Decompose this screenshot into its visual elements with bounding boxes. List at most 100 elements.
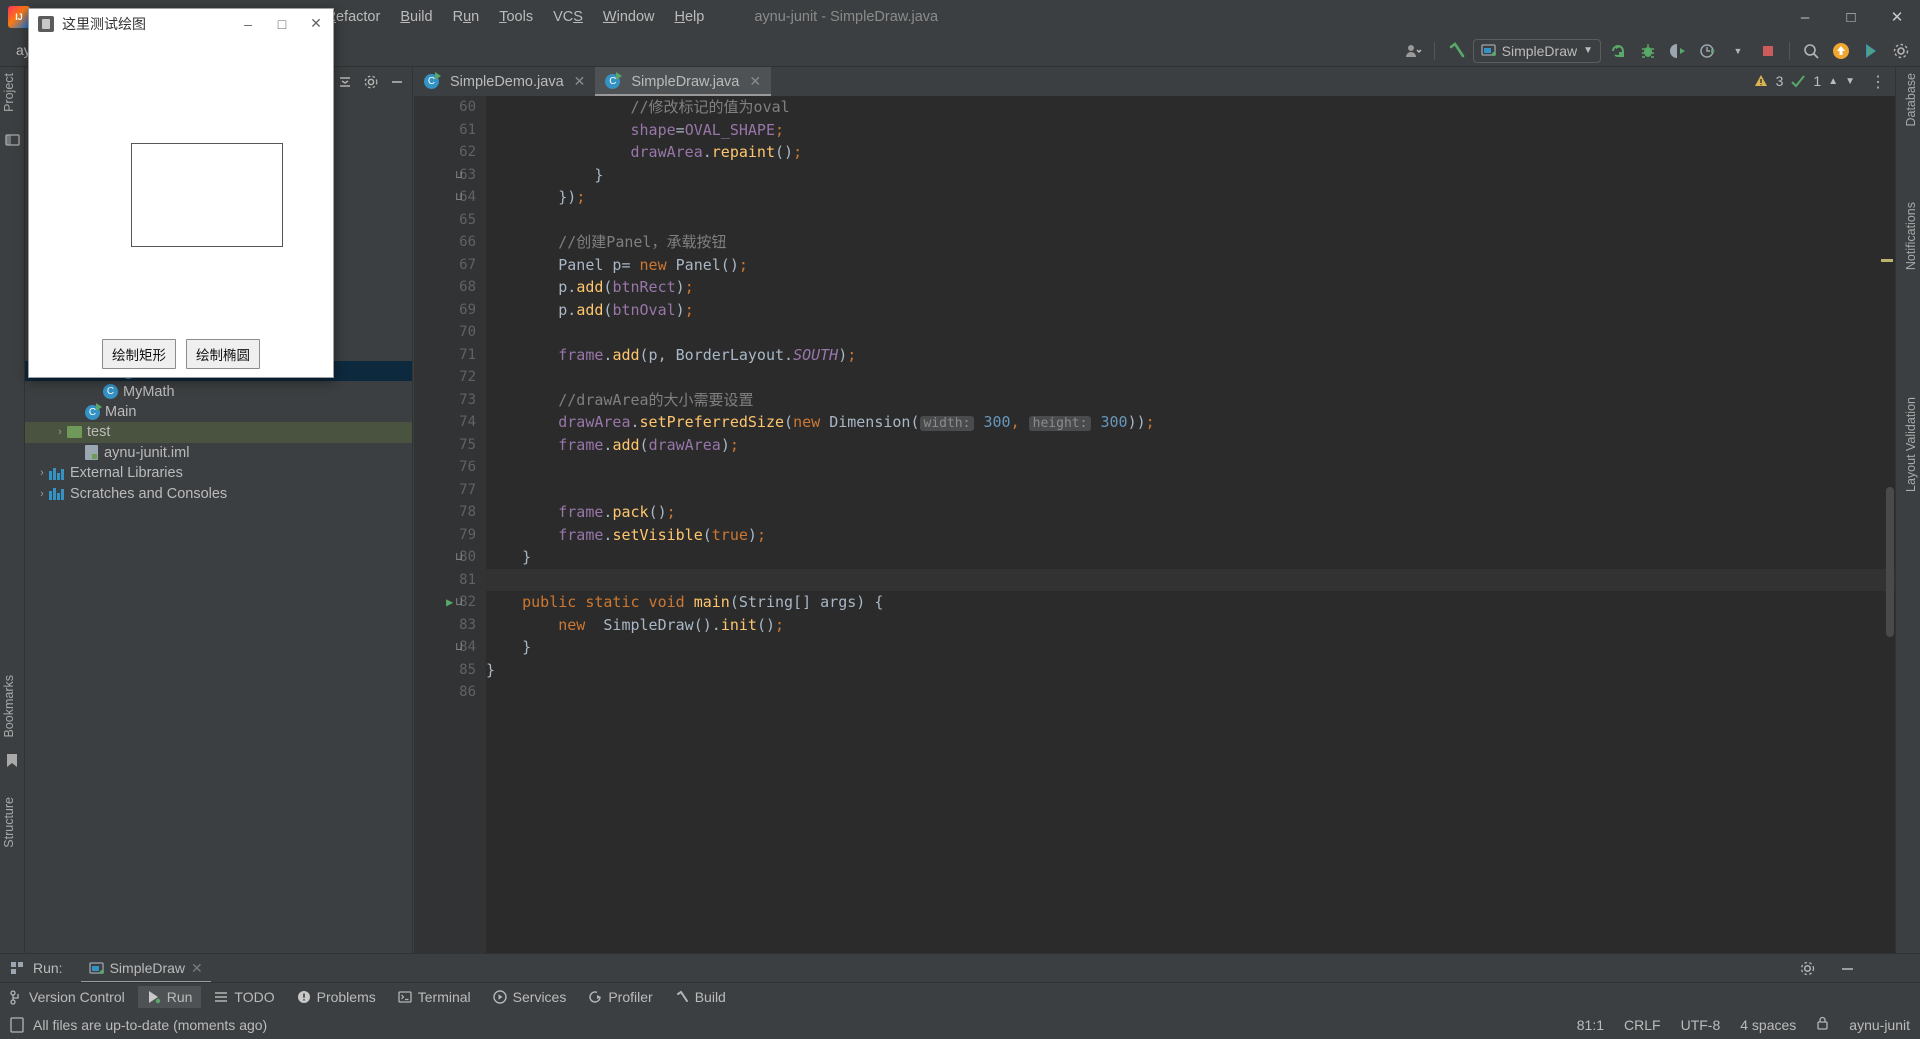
tree-item-scratches-and-consoles[interactable]: › Scratches and Consoles	[25, 483, 412, 503]
code-line-71[interactable]: frame.add(p, BorderLayout.SOUTH);	[486, 344, 1895, 367]
chevron-down-icon[interactable]: ▼	[1845, 76, 1855, 87]
editor-tab-close-icon[interactable]: ✕	[749, 73, 761, 90]
collapse-all-icon[interactable]	[336, 73, 354, 91]
draw-rectangle-button[interactable]: 绘制矩形	[102, 339, 176, 369]
project-structure-icon[interactable]	[5, 132, 20, 147]
tree-item-external-libraries[interactable]: › External Libraries	[25, 463, 412, 483]
tree-item-mymath[interactable]: MyMath	[25, 381, 412, 401]
menu-window[interactable]: Window	[593, 4, 665, 30]
code-line-69[interactable]: p.add(btnOval);	[486, 299, 1895, 322]
tree-item-aynu-junit-iml[interactable]: aynu-junit.iml	[25, 443, 412, 463]
lock-icon[interactable]	[1816, 1016, 1829, 1034]
code-line-75[interactable]: frame.add(drawArea);	[486, 434, 1895, 457]
code-line-84[interactable]: }	[486, 636, 1895, 659]
editor-tabs[interactable]: SimpleDemo.java ✕ SimpleDraw.java ✕	[414, 67, 1895, 96]
search-icon[interactable]	[1798, 38, 1824, 64]
code-line-67[interactable]: Panel p= new Panel();	[486, 254, 1895, 277]
tree-item-main[interactable]: Main	[25, 402, 412, 422]
code-line-62[interactable]: drawArea.repaint();	[486, 141, 1895, 164]
bottom-tab-profiler[interactable]: Profiler	[579, 986, 661, 1008]
gear-icon[interactable]	[1794, 955, 1820, 981]
code-fold-icon[interactable]: ⊔	[454, 164, 464, 187]
code-line-85[interactable]: }	[486, 659, 1895, 682]
line-separator[interactable]: CRLF	[1624, 1017, 1661, 1033]
more-options-icon[interactable]: ⋮	[1865, 69, 1891, 95]
draw-area-canvas[interactable]	[131, 143, 283, 247]
java-swing-window[interactable]: 这里测试绘图 – □ ✕ 绘制矩形 绘制椭圆	[28, 8, 334, 378]
chevron-up-icon[interactable]: ▲	[1828, 76, 1838, 87]
code-line-60[interactable]: //修改标记的值为oval	[486, 96, 1895, 119]
code-line-76[interactable]	[486, 456, 1895, 479]
menu-build[interactable]: Build	[390, 4, 442, 30]
bottom-tab-build[interactable]: Build	[666, 986, 735, 1008]
code-editor[interactable]: 60 61 62 63 ⊔ 64 ⊔ 65 66 67 68 69 70 71 72 73 74 75 76 77 78…	[414, 96, 1895, 953]
chevron-right-icon[interactable]: ›	[53, 426, 67, 438]
run-gutter-icon[interactable]: ▶	[446, 591, 453, 614]
code-line-72[interactable]	[486, 366, 1895, 389]
file-encoding[interactable]: UTF-8	[1681, 1017, 1721, 1033]
tree-item-test[interactable]: › test	[25, 422, 412, 443]
error-stripe-marker[interactable]	[1881, 259, 1893, 262]
swing-close-button[interactable]: ✕	[299, 9, 333, 39]
minimize-button[interactable]: –	[1782, 0, 1828, 34]
bookmark-icon[interactable]	[5, 753, 20, 768]
inspection-widget[interactable]: 3 1 ▲ ▼	[1753, 73, 1855, 89]
menu-tools[interactable]: Tools	[489, 4, 543, 30]
code-line-86[interactable]	[486, 681, 1895, 704]
tool-window-bookmarks[interactable]: Bookmarks	[2, 675, 16, 738]
editor-tab-simpledraw-java[interactable]: SimpleDraw.java ✕	[595, 67, 772, 96]
bottom-tab-terminal[interactable]: Terminal	[389, 986, 480, 1008]
tool-window-database[interactable]: Database	[1904, 73, 1918, 127]
menu-help[interactable]: Help	[664, 4, 714, 30]
code-line-70[interactable]	[486, 321, 1895, 344]
code-line-80[interactable]: }	[486, 546, 1895, 569]
editor-scrollbar[interactable]	[1886, 487, 1894, 637]
bottom-tab-todo[interactable]: TODO	[205, 986, 283, 1008]
indent-setting[interactable]: 4 spaces	[1740, 1017, 1796, 1033]
updates-icon[interactable]	[1828, 38, 1854, 64]
bottom-tool-bar[interactable]: Version Control Run TODO Problems Terminal Se…	[0, 982, 1920, 1011]
code-line-83[interactable]: new SimpleDraw().init();	[486, 614, 1895, 637]
code-line-64[interactable]: });	[486, 186, 1895, 209]
chevron-right-icon[interactable]: ›	[35, 488, 49, 500]
caret-position[interactable]: 81:1	[1577, 1017, 1604, 1033]
draw-oval-button[interactable]: 绘制椭圆	[186, 339, 260, 369]
code-line-68[interactable]: p.add(btnRect);	[486, 276, 1895, 299]
run-coverage-icon[interactable]	[1665, 38, 1691, 64]
editor-tab-close-icon[interactable]: ✕	[574, 73, 586, 90]
code-line-63[interactable]: }	[486, 164, 1895, 187]
branch-widget[interactable]: aynu-junit	[1849, 1017, 1910, 1033]
close-button[interactable]: ✕	[1874, 0, 1920, 34]
code-line-73[interactable]: //drawArea的大小需要设置	[486, 389, 1895, 412]
code-content[interactable]: //修改标记的值为oval shape=OVAL_SHAPE; drawArea…	[486, 96, 1895, 953]
run-tab-close-icon[interactable]: ✕	[191, 960, 203, 977]
code-fold-icon[interactable]: ⊔	[454, 546, 464, 569]
tool-window-layout-validation[interactable]: Layout Validation	[1904, 397, 1918, 492]
swing-maximize-button[interactable]: □	[265, 9, 299, 39]
tool-window-notifications[interactable]: Notifications	[1904, 202, 1918, 270]
menu-vcs[interactable]: VCS	[543, 4, 593, 30]
minimize-icon[interactable]	[1834, 955, 1860, 981]
tool-window-project[interactable]: Project	[2, 73, 16, 112]
code-fold-icon[interactable]: ⊔	[454, 636, 464, 659]
code-fold-icon[interactable]: ⊔	[454, 591, 464, 614]
swing-minimize-button[interactable]: –	[231, 9, 265, 39]
bottom-tab-services[interactable]: Services	[484, 986, 576, 1008]
hide-panel-icon[interactable]	[388, 73, 406, 91]
ide-assistant-icon[interactable]	[1858, 38, 1884, 64]
code-line-74[interactable]: drawArea.setPreferredSize(new Dimension(…	[486, 411, 1895, 434]
run-icon[interactable]	[1605, 38, 1631, 64]
run-configuration-selector[interactable]: SimpleDraw ▼	[1472, 38, 1601, 63]
code-fold-icon[interactable]: ⊔	[454, 186, 464, 209]
menu-run[interactable]: Run	[443, 4, 490, 30]
run-tab-simpledraw[interactable]: SimpleDraw ✕	[81, 954, 211, 983]
code-line-61[interactable]: shape=OVAL_SHAPE;	[486, 119, 1895, 142]
code-line-79[interactable]: frame.setVisible(true);	[486, 524, 1895, 547]
user-avatar-icon[interactable]	[1400, 38, 1426, 64]
code-line-78[interactable]: frame.pack();	[486, 501, 1895, 524]
code-line-65[interactable]	[486, 209, 1895, 232]
code-line-82[interactable]: public static void main(String[] args) {	[486, 591, 1895, 614]
maximize-button[interactable]: □	[1828, 0, 1874, 34]
tool-window-structure[interactable]: Structure	[2, 797, 16, 848]
chevron-right-icon[interactable]: ›	[35, 467, 49, 479]
